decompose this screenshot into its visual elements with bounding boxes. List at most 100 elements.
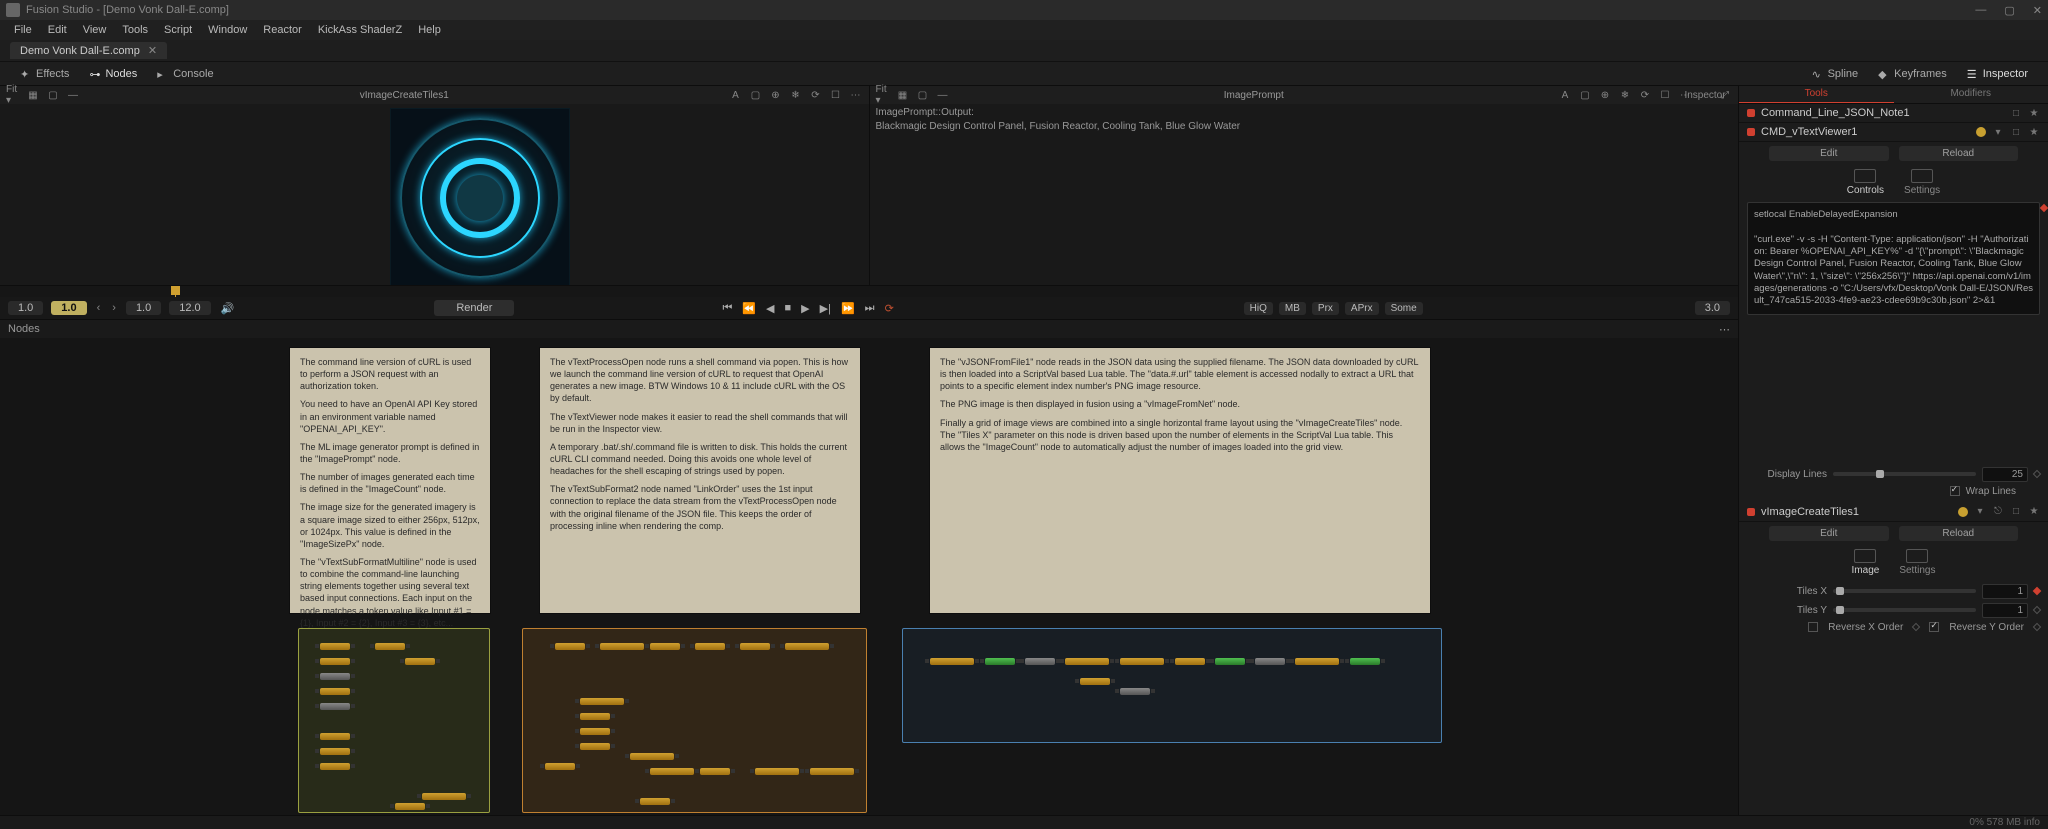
tilesx-value[interactable]: 1 <box>1982 584 2028 599</box>
prx-toggle[interactable]: Prx <box>1312 302 1339 315</box>
dash-icon[interactable]: — <box>66 88 80 102</box>
console-toggle[interactable]: ▸ Console <box>147 68 223 80</box>
node[interactable] <box>1065 658 1109 665</box>
tilesy-slider[interactable] <box>1833 608 1976 612</box>
inspector-toggle[interactable]: ☰ Inspector <box>1957 68 2038 80</box>
reticle-icon-2[interactable]: ⊕ <box>1598 88 1612 102</box>
reload-icon[interactable]: ⟳ <box>809 88 823 102</box>
tilesy-keyframe[interactable] <box>2033 606 2041 614</box>
node2-star-icon[interactable]: ★ <box>2028 126 2040 138</box>
keyframes-toggle[interactable]: ◆ Keyframes <box>1868 68 1957 80</box>
node-group-1[interactable] <box>298 628 490 813</box>
node[interactable] <box>395 803 425 810</box>
reload-icon-2[interactable]: ⟳ <box>1638 88 1652 102</box>
node-group-3[interactable] <box>902 628 1442 743</box>
step-back-icon[interactable]: ⏪ <box>742 302 756 315</box>
nodes-toggle[interactable]: ⊶ Nodes <box>79 68 147 80</box>
a-icon-2[interactable]: A <box>1558 88 1572 102</box>
mb-toggle[interactable]: MB <box>1279 302 1306 315</box>
node[interactable] <box>375 643 405 650</box>
node[interactable] <box>755 768 799 775</box>
nodes-menu-icon[interactable]: ⋯ <box>1719 323 1730 336</box>
node[interactable] <box>320 643 350 650</box>
lut-icon[interactable]: ☐ <box>829 88 843 102</box>
display-lines-keyframe[interactable] <box>2033 470 2041 478</box>
display-lines-slider[interactable] <box>1833 472 1976 476</box>
node[interactable] <box>580 698 624 705</box>
node[interactable] <box>545 763 575 770</box>
square-icon-2[interactable]: ▢ <box>916 88 930 102</box>
expand-icon[interactable]: ⤢ <box>1718 88 1732 102</box>
menu-script[interactable]: Script <box>156 24 200 36</box>
node[interactable] <box>320 703 350 710</box>
aprx-toggle[interactable]: APrx <box>1345 302 1379 315</box>
nodes-canvas[interactable]: The command line version of cURL is used… <box>0 338 1738 815</box>
current-frame[interactable]: 1.0 <box>51 301 86 315</box>
reticle-icon[interactable]: ⊕ <box>769 88 783 102</box>
menu-kickass-shaderz[interactable]: KickAss ShaderZ <box>310 24 410 36</box>
node2-expand-icon[interactable]: □ <box>2010 126 2022 138</box>
menu-window[interactable]: Window <box>200 24 255 36</box>
node[interactable] <box>320 763 350 770</box>
stop-icon[interactable]: ■ <box>785 302 792 314</box>
node-group-2[interactable] <box>522 628 867 813</box>
go-end-icon[interactable]: ⏭ <box>865 302 875 315</box>
inspector-node-2[interactable]: CMD_vTextViewer1 ▾ □ ★ <box>1739 123 2048 142</box>
fit-dropdown-2[interactable]: Fit ▾ <box>876 88 890 102</box>
minimize-button[interactable]: — <box>1975 4 1986 17</box>
node[interactable] <box>930 658 974 665</box>
subtab-settings[interactable]: Settings <box>1904 169 1940 196</box>
fps-field[interactable]: 12.0 <box>169 301 210 315</box>
node[interactable] <box>650 768 694 775</box>
node[interactable] <box>1215 658 1245 665</box>
menu-view[interactable]: View <box>75 24 115 36</box>
node[interactable] <box>320 658 350 665</box>
node[interactable] <box>985 658 1015 665</box>
revx-keyframe[interactable] <box>1912 623 1920 631</box>
grid-icon-2[interactable]: ▦ <box>896 88 910 102</box>
node[interactable] <box>555 643 585 650</box>
node[interactable] <box>1295 658 1339 665</box>
tilesx-keyframe[interactable] <box>2033 587 2041 595</box>
edit-button-2[interactable]: Edit <box>1769 526 1889 541</box>
node3-a-icon[interactable]: ⎋ <box>1992 506 2004 518</box>
frame-prev[interactable]: ‹ <box>95 302 103 314</box>
node[interactable] <box>320 673 350 680</box>
node[interactable] <box>740 643 770 650</box>
node[interactable] <box>1025 658 1055 665</box>
node[interactable] <box>1080 678 1110 685</box>
subtab-controls[interactable]: Controls <box>1847 169 1884 196</box>
go-start-icon[interactable]: ⏮ <box>722 302 732 315</box>
square-icon[interactable]: ▢ <box>46 88 60 102</box>
edit-button[interactable]: Edit <box>1769 146 1889 161</box>
tilesy-value[interactable]: 1 <box>1982 603 2028 618</box>
node3-star-icon[interactable]: ★ <box>2028 506 2040 518</box>
node3-expand-icon[interactable]: □ <box>2010 506 2022 518</box>
hiq-toggle[interactable]: HiQ <box>1244 302 1273 315</box>
revy-keyframe[interactable] <box>2033 623 2041 631</box>
note-3[interactable]: The "vJSONFromFile1" node reads in the J… <box>930 348 1430 613</box>
step-fwd-icon[interactable]: ⏩ <box>841 302 855 315</box>
frame-next[interactable]: › <box>110 302 118 314</box>
effects-toggle[interactable]: ✦ Effects <box>10 68 79 80</box>
node[interactable] <box>700 768 730 775</box>
range-start[interactable]: 1.0 <box>8 301 43 315</box>
node[interactable] <box>640 798 670 805</box>
node[interactable] <box>785 643 829 650</box>
node2-lock-icon[interactable]: ▾ <box>1992 126 2004 138</box>
freeze-icon[interactable]: ❄ <box>789 88 803 102</box>
dash-icon-2[interactable]: — <box>936 88 950 102</box>
node[interactable] <box>580 713 610 720</box>
node3-dropdown-icon[interactable]: ▾ <box>1974 506 1986 518</box>
grid-icon[interactable]: ▦ <box>26 88 40 102</box>
inspector-tab-tools[interactable]: Tools <box>1739 86 1894 103</box>
channel-icon[interactable]: ▢ <box>749 88 763 102</box>
node[interactable] <box>1350 658 1380 665</box>
close-button[interactable]: ✕ <box>2033 4 2042 17</box>
node[interactable] <box>320 688 350 695</box>
a-icon[interactable]: A <box>729 88 743 102</box>
subtab-image[interactable]: Image <box>1852 549 1880 576</box>
note-2[interactable]: The vTextProcessOpen node runs a shell c… <box>540 348 860 613</box>
reverse-x-checkbox[interactable] <box>1808 622 1818 632</box>
node[interactable] <box>320 733 350 740</box>
